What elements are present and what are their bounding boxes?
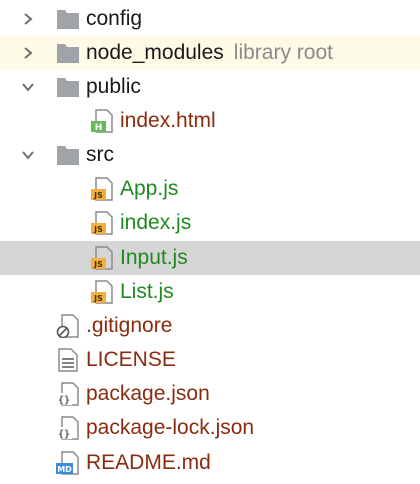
tree-item-license[interactable]: LICENSE [0, 343, 420, 377]
tree-item-list-js[interactable]: JS List.js [0, 275, 420, 309]
svg-text:{}: {} [58, 429, 70, 440]
tree-item-gitignore[interactable]: .gitignore [0, 309, 420, 343]
html-badge-text: H [95, 123, 103, 133]
svg-text:{}: {} [58, 395, 70, 406]
tree-item-label: index.html [120, 109, 216, 132]
js-badge-text: JS [93, 191, 103, 200]
md-badge-text: MD [57, 465, 72, 474]
chevron-right-icon[interactable] [18, 9, 38, 29]
tree-item-label-wrap: node_modules library root [86, 36, 333, 70]
tree-item-label: config [86, 7, 143, 30]
json-file-icon: {} [56, 416, 80, 440]
chevron-down-icon[interactable] [18, 77, 38, 97]
javascript-file-icon: JS [90, 211, 114, 235]
tree-item-label: package.json [86, 382, 210, 405]
tree-item-label: LICENSE [86, 348, 176, 371]
text-file-icon [56, 348, 80, 372]
tree-item-label: .gitignore [86, 314, 173, 337]
js-badge-text: JS [93, 225, 103, 234]
tree-item-label: node_modules [86, 41, 224, 64]
chevron-right-icon[interactable] [18, 43, 38, 63]
tree-item-readme-md[interactable]: MD README.md [0, 446, 420, 480]
tree-item-label: public [86, 75, 141, 98]
tree-item-public[interactable]: public [0, 70, 420, 104]
tree-item-package-json[interactable]: {} package.json [0, 377, 420, 411]
js-badge-text: JS [93, 294, 103, 303]
tree-item-src[interactable]: src [0, 138, 420, 172]
folder-icon [56, 143, 80, 167]
tree-item-index-js[interactable]: JS index.js [0, 206, 420, 240]
tree-item-label: List.js [120, 280, 174, 303]
tree-item-label: index.js [120, 211, 192, 234]
tree-item-node-modules[interactable]: node_modules library root [0, 36, 420, 70]
tree-item-label: src [86, 143, 114, 166]
tree-item-input-js[interactable]: JS Input.js [0, 241, 420, 275]
folder-icon [56, 41, 80, 65]
project-tree: config node_modules library root public H [0, 0, 420, 484]
tree-item-label: Input.js [120, 246, 188, 269]
folder-icon [56, 7, 80, 31]
folder-icon [56, 75, 80, 99]
tree-item-label: README.md [86, 451, 211, 474]
library-root-hint: library root [233, 41, 333, 64]
javascript-file-icon: JS [90, 246, 114, 270]
markdown-file-icon: MD [56, 451, 80, 475]
ignore-file-icon [56, 314, 80, 338]
tree-item-package-lock-json[interactable]: {} package-lock.json [0, 411, 420, 445]
html-file-icon: H [90, 109, 114, 133]
tree-item-label: package-lock.json [86, 416, 255, 439]
javascript-file-icon: JS [90, 177, 114, 201]
javascript-file-icon: JS [90, 280, 114, 304]
chevron-down-icon[interactable] [18, 145, 38, 165]
js-badge-text: JS [93, 260, 103, 269]
tree-item-app-js[interactable]: JS App.js [0, 172, 420, 206]
tree-item-label: App.js [120, 177, 179, 200]
tree-item-public-index-html[interactable]: H index.html [0, 104, 420, 138]
tree-item-config[interactable]: config [0, 2, 420, 36]
json-file-icon: {} [56, 382, 80, 406]
